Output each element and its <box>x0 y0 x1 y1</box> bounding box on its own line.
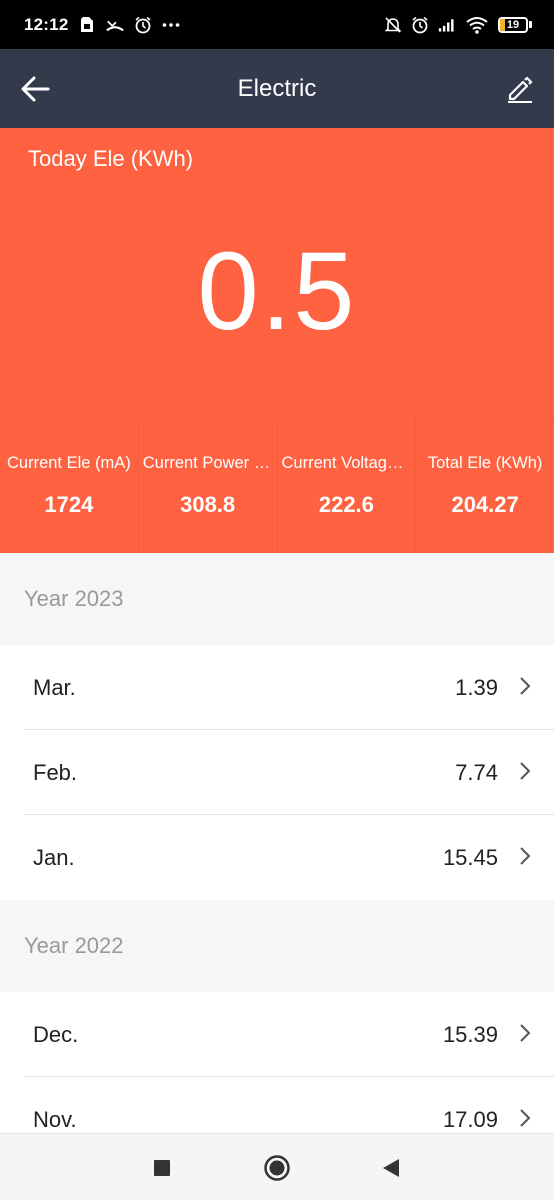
month-row-feb[interactable]: Feb. 7.74 <box>0 730 554 815</box>
chevron-right-icon <box>518 760 532 782</box>
today-energy-panel: Today Ele (KWh) 0.5 Current Ele (mA) 172… <box>0 128 554 553</box>
stat-label: Current Voltage… <box>281 454 413 472</box>
today-energy-value: 0.5 <box>197 230 357 353</box>
chevron-right-icon <box>518 675 532 697</box>
chevron-right-icon <box>518 1022 532 1044</box>
chevron-right-icon <box>518 1107 532 1129</box>
stat-total-ele: Total Ele (KWh) 204.27 <box>416 418 554 553</box>
month-row-mar[interactable]: Mar. 1.39 <box>0 645 554 730</box>
call-missed-icon <box>106 16 125 34</box>
back-triangle-icon[interactable] <box>382 1158 400 1183</box>
today-energy-label: Today Ele (KWh) <box>28 146 194 171</box>
month-label: Mar. <box>33 674 76 700</box>
more-icon <box>162 16 180 34</box>
stat-value: 222.6 <box>318 492 374 517</box>
month-value: 15.39 <box>442 1021 498 1047</box>
stat-label: Current Ele (mA) <box>6 454 131 472</box>
chevron-right-icon <box>518 845 532 867</box>
sim-icon <box>78 16 96 34</box>
stats-row: Current Ele (mA) 1724 Current Power (… 3… <box>0 417 554 553</box>
month-value: 7.74 <box>455 759 498 785</box>
clock: 12:12 <box>24 14 69 34</box>
edit-pencil-icon[interactable] <box>506 75 534 103</box>
month-row-dec[interactable]: Dec. 15.39 <box>0 992 554 1077</box>
stat-current-ele: Current Ele (mA) 1724 <box>0 418 139 553</box>
alarm-icon <box>134 16 152 34</box>
back-arrow-icon[interactable] <box>20 75 50 103</box>
stat-current-power: Current Power (… 308.8 <box>139 418 278 553</box>
month-value: 17.09 <box>442 1106 498 1132</box>
app-bar: Electric <box>0 49 554 128</box>
month-label: Jan. <box>33 844 75 870</box>
stat-label: Total Ele (KWh) <box>427 454 543 472</box>
month-value: 15.45 <box>442 844 498 870</box>
status-bar: 12:12 19 <box>0 0 554 49</box>
month-label: Feb. <box>33 759 78 785</box>
year-header: Year 2023 <box>0 553 554 645</box>
alarm-icon <box>411 16 429 34</box>
system-nav-bar <box>0 1133 554 1200</box>
stat-label: Current Power (… <box>142 454 276 472</box>
stat-value: 308.8 <box>180 492 236 517</box>
month-label: Dec. <box>33 1021 79 1047</box>
month-label: Nov. <box>33 1106 77 1132</box>
stat-value: 204.27 <box>451 492 519 517</box>
battery-level: 19 <box>506 18 520 31</box>
recents-square-icon[interactable] <box>153 1159 171 1182</box>
stat-current-voltage: Current Voltage… 222.6 <box>278 418 417 553</box>
mute-icon <box>384 16 402 34</box>
home-circle-icon[interactable] <box>263 1154 291 1187</box>
battery-icon: 19 <box>498 16 532 33</box>
year-header: Year 2022 <box>0 900 554 992</box>
page-title: Electric <box>237 74 317 102</box>
signal-icon <box>438 16 456 34</box>
month-value: 1.39 <box>455 674 498 700</box>
wifi-icon <box>465 16 489 34</box>
month-row-jan[interactable]: Jan. 15.45 <box>0 815 554 900</box>
stat-value: 1724 <box>44 492 94 517</box>
